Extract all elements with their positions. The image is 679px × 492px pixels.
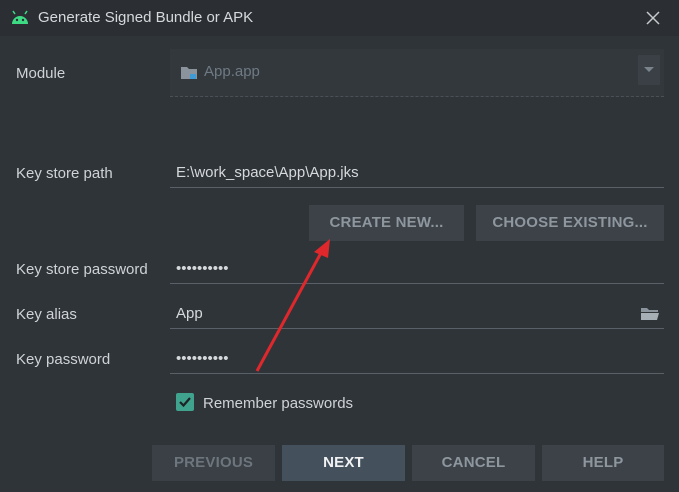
close-icon[interactable]	[643, 8, 663, 28]
key-store-path-input[interactable]	[170, 158, 636, 186]
module-value: App.app	[204, 63, 260, 80]
choose-existing-button[interactable]: CHOOSE EXISTING...	[476, 205, 664, 241]
remember-passwords-label[interactable]: Remember passwords	[203, 395, 353, 412]
module-dropdown[interactable]: App.app	[170, 49, 664, 97]
key-store-path-label: Key store path	[16, 165, 113, 182]
key-store-password-input[interactable]	[170, 254, 636, 282]
folder-icon	[181, 67, 197, 79]
key-store-password-field[interactable]	[170, 254, 664, 284]
checkmark-icon	[179, 397, 191, 408]
android-icon	[12, 10, 28, 24]
key-store-password-label: Key store password	[16, 261, 148, 278]
dialog-content: Module App.app Key store path CREATE NEW…	[0, 36, 679, 492]
next-button[interactable]: NEXT	[282, 445, 405, 481]
chevron-down-icon	[644, 67, 654, 72]
dropdown-button[interactable]	[638, 55, 660, 85]
window-title: Generate Signed Bundle or APK	[38, 9, 254, 26]
remember-passwords-checkbox[interactable]	[176, 393, 194, 411]
key-password-label: Key password	[16, 351, 111, 368]
folder-open-icon[interactable]	[640, 305, 660, 321]
module-label: Module	[16, 65, 66, 82]
key-alias-label: Key alias	[16, 306, 77, 323]
help-button[interactable]: HELP	[542, 445, 664, 481]
key-store-path-field[interactable]	[170, 158, 664, 188]
key-alias-field[interactable]	[170, 299, 664, 329]
key-password-field[interactable]	[170, 344, 664, 374]
cancel-button[interactable]: CANCEL	[412, 445, 535, 481]
previous-button[interactable]: PREVIOUS	[152, 445, 275, 481]
key-password-input[interactable]	[170, 344, 636, 372]
key-alias-input[interactable]	[170, 299, 636, 327]
title-bar: Generate Signed Bundle or APK	[0, 0, 679, 36]
create-new-button[interactable]: CREATE NEW...	[309, 205, 464, 241]
